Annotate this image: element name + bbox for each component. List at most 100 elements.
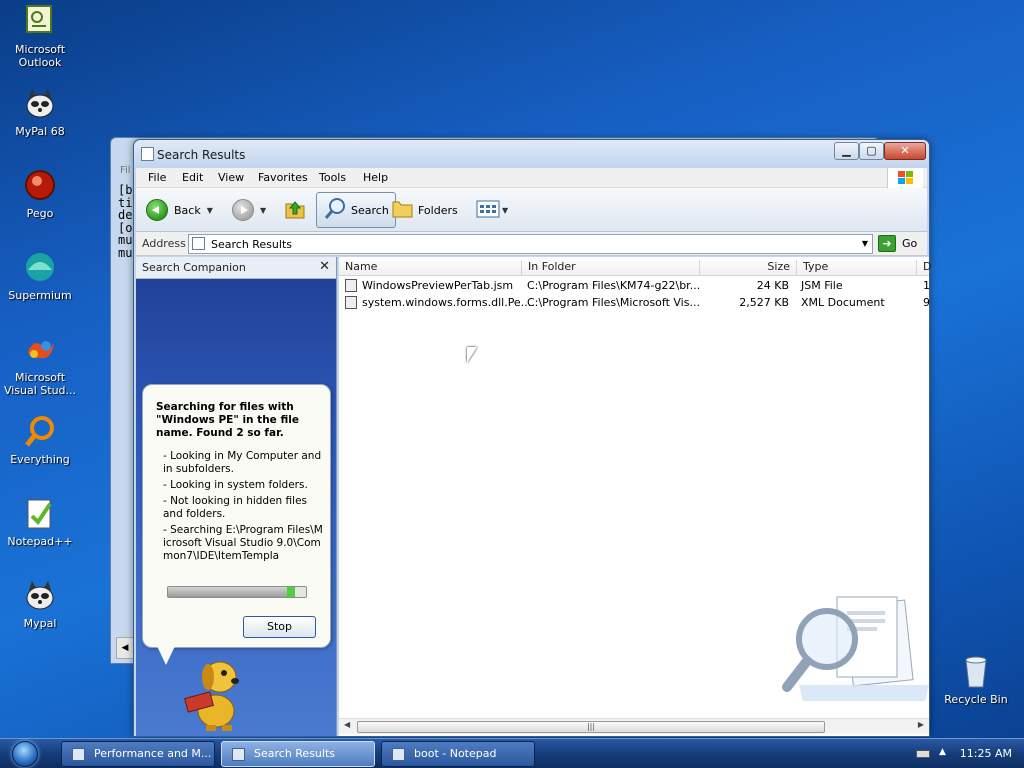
mouse-cursor-icon bbox=[467, 347, 477, 363]
desktop-icon-label: Microsoft Outlook bbox=[14, 43, 66, 69]
recycle-bin[interactable]: Recycle Bin bbox=[936, 655, 1016, 706]
back-button[interactable]: Back ▼ bbox=[146, 192, 213, 228]
table-row[interactable]: WindowsPreviewPerTab.jsm C:\Program File… bbox=[339, 278, 930, 294]
column-type[interactable]: Type bbox=[796, 260, 916, 276]
xml-file-icon bbox=[345, 296, 357, 309]
windows-logo-icon bbox=[887, 168, 923, 188]
visual-studio-icon bbox=[22, 332, 58, 368]
address-bar: Address Search Results ▼ ➜ Go bbox=[136, 232, 927, 256]
desktop-icon-supermium[interactable]: Supermium bbox=[0, 250, 80, 302]
keyboard-icon[interactable] bbox=[916, 750, 930, 758]
close-button[interactable]: ✕ bbox=[884, 142, 926, 160]
search-status-heading: Searching for files with "Windows PE" in… bbox=[156, 401, 299, 439]
minimize-button[interactable]: ▁ bbox=[834, 142, 859, 160]
performance-icon bbox=[72, 748, 85, 761]
notepad-icon bbox=[392, 748, 405, 761]
search-icon bbox=[323, 197, 347, 224]
desktop-icon-label: Supermium bbox=[8, 289, 72, 302]
file-name: WindowsPreviewPerTab.jsm bbox=[362, 279, 514, 292]
jsm-file-icon bbox=[345, 279, 357, 292]
menu-bar: File Edit View Favorites Tools Help bbox=[136, 168, 927, 188]
forward-arrow-icon bbox=[232, 199, 254, 221]
desktop-icon-pego[interactable]: Pego bbox=[0, 168, 80, 220]
folder-icon bbox=[392, 199, 414, 222]
up-folder-button[interactable] bbox=[284, 192, 306, 228]
menu-edit[interactable]: Edit bbox=[182, 171, 203, 184]
menu-file[interactable]: File bbox=[148, 171, 166, 184]
task-label: Performance and M... bbox=[94, 747, 212, 760]
taskbar-button-search-results[interactable]: Search Results bbox=[221, 741, 375, 767]
text-line: mu bbox=[118, 245, 133, 260]
search-dog-icon[interactable] bbox=[180, 655, 250, 733]
results-list: Name In Folder Size Type D WindowsPrevie… bbox=[339, 257, 931, 736]
table-row[interactable]: system.windows.forms.dll.Pe... C:\Progra… bbox=[339, 295, 930, 311]
recycle-bin-icon bbox=[961, 655, 991, 689]
address-input[interactable]: Search Results ▼ bbox=[188, 234, 873, 254]
folders-button[interactable]: Folders bbox=[392, 192, 458, 228]
scroll-left-icon[interactable]: ◀ bbox=[344, 720, 350, 729]
horizontal-scrollbar[interactable]: ◀ ||| ▶ bbox=[339, 718, 929, 734]
forward-dropdown-icon[interactable]: ▼ bbox=[260, 206, 266, 215]
column-size[interactable]: Size bbox=[699, 260, 796, 276]
menu-favorites[interactable]: Favorites bbox=[258, 171, 308, 184]
column-name[interactable]: Name bbox=[339, 260, 521, 276]
everything-icon bbox=[22, 414, 58, 450]
address-dropdown-icon[interactable]: ▼ bbox=[862, 239, 868, 248]
back-label: Back bbox=[174, 203, 201, 217]
desktop-icon-label: MyPal 68 bbox=[15, 125, 65, 138]
menu-help[interactable]: Help bbox=[363, 171, 388, 184]
forward-button[interactable]: ▼ bbox=[232, 192, 266, 228]
search-companion-pane: Search Companion ✕ Searching for files w… bbox=[136, 257, 337, 736]
clock[interactable]: 11:25 AM bbox=[960, 747, 1012, 760]
stop-button[interactable]: Stop bbox=[243, 616, 316, 638]
window-title: Search Results bbox=[157, 148, 246, 162]
windows-orb-icon bbox=[12, 741, 38, 767]
taskbar-button-performance[interactable]: Performance and M... bbox=[61, 741, 215, 767]
search-button[interactable]: Search bbox=[316, 192, 396, 228]
title-bar[interactable]: Search Results ▁ ▢ ✕ bbox=[134, 140, 929, 168]
status-item: - Looking in system folders. bbox=[163, 479, 308, 491]
views-icon bbox=[476, 200, 500, 221]
go-button[interactable]: Go bbox=[902, 237, 917, 250]
scroll-thumb[interactable]: ||| bbox=[357, 721, 825, 733]
address-label: Address bbox=[142, 237, 186, 250]
companion-header: Search Companion ✕ bbox=[136, 257, 336, 279]
file-type: JSM File bbox=[801, 279, 843, 292]
column-in-folder[interactable]: In Folder bbox=[521, 260, 699, 276]
back-arrow-icon bbox=[146, 199, 168, 221]
file-folder: C:\Program Files\Microsoft Vis... bbox=[527, 296, 700, 309]
search-results-icon bbox=[232, 748, 245, 761]
desktop-icon-everything[interactable]: Everything bbox=[0, 414, 80, 466]
desktop-icon-label: Pego bbox=[26, 207, 54, 220]
desktop-icon-notepadpp[interactable]: Notepad++ bbox=[0, 496, 80, 548]
status-item: - Not looking in hidden files and folder… bbox=[163, 495, 308, 520]
desktop-icon-mypal[interactable]: Mypal bbox=[0, 578, 80, 630]
scroll-right-icon[interactable]: ▶ bbox=[918, 720, 924, 729]
desktop-icon-mypal68[interactable]: MyPal 68 bbox=[0, 86, 80, 138]
show-hidden-icons-icon[interactable]: ▲ bbox=[939, 747, 946, 757]
desktop-icon-outlook[interactable]: Microsoft Outlook bbox=[0, 4, 80, 69]
search-label: Search bbox=[351, 203, 389, 217]
background-menu-fragment: Fil bbox=[120, 165, 131, 176]
maximize-button[interactable]: ▢ bbox=[859, 142, 884, 160]
desktop-icon-label: Everything bbox=[10, 453, 70, 466]
search-results-window: Search Results ▁ ▢ ✕ File Edit View Favo… bbox=[133, 139, 931, 737]
scroll-left-arrow[interactable]: ◀ bbox=[116, 637, 134, 659]
companion-close-icon[interactable]: ✕ bbox=[319, 259, 330, 274]
desktop-icon-visual-studio[interactable]: Microsoft Visual Stud... bbox=[0, 332, 80, 397]
start-button[interactable] bbox=[4, 739, 48, 768]
go-arrow-icon[interactable]: ➜ bbox=[878, 235, 896, 252]
menu-tools[interactable]: Tools bbox=[319, 171, 346, 184]
views-button[interactable]: ▼ bbox=[476, 192, 508, 228]
menu-view[interactable]: View bbox=[218, 171, 244, 184]
back-dropdown-icon[interactable]: ▼ bbox=[207, 206, 213, 215]
file-name: system.windows.forms.dll.Pe... bbox=[362, 296, 532, 309]
status-item: - Searching E:\Program Files\Microsoft V… bbox=[163, 524, 323, 562]
status-item: - Looking in My Computer and in subfolde… bbox=[163, 450, 322, 475]
file-size: 2,527 KB bbox=[739, 296, 789, 309]
taskbar-button-notepad[interactable]: boot - Notepad bbox=[381, 741, 535, 767]
recycle-bin-label: Recycle Bin bbox=[944, 693, 1008, 706]
progress-fill bbox=[168, 587, 295, 597]
desktop-icon-label: Microsoft Visual Stud... bbox=[3, 371, 77, 397]
column-date[interactable]: D bbox=[916, 260, 936, 276]
